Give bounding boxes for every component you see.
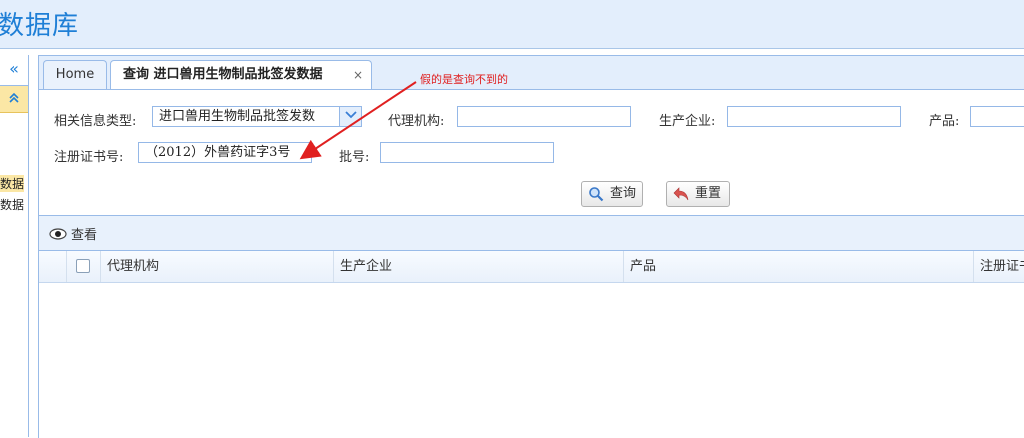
annotation-arrow-icon — [299, 81, 417, 160]
